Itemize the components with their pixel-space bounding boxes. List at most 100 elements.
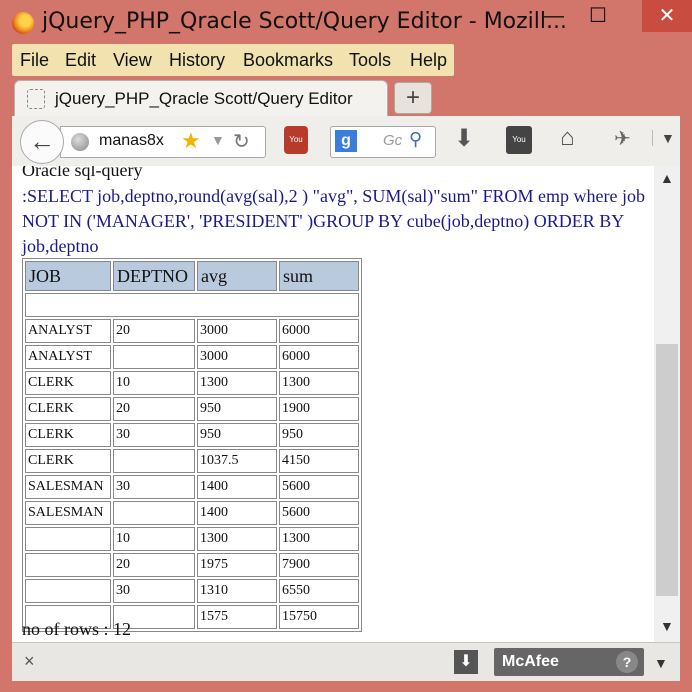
cell-avg: 1400 [197,475,277,499]
table-row: CLERK 10 1300 1300 [25,371,359,395]
cell-sum: 6550 [279,579,359,603]
cell-deptno [113,345,195,369]
menu-bookmarks[interactable]: Bookmarks [243,50,333,71]
youtube-addon-icon[interactable]: You [284,126,308,154]
maximize-button[interactable]: ☐ [574,0,622,32]
cell-deptno: 30 [113,579,195,603]
google-icon[interactable]: g [335,130,357,152]
results-table: JOB DEPTNO avg sum ANALYST 20 3000 6000 ANAL… [22,258,362,632]
cell-sum: 5600 [279,475,359,499]
cell-deptno: 10 [113,371,195,395]
cell-avg: 1037.5 [197,449,277,473]
cell-sum: 6000 [279,345,359,369]
cell-deptno: 20 [113,319,195,343]
window-title: jQuery_PHP_Qracle Scott/Query Editor - M… [42,9,568,34]
cell-sum: 1900 [279,397,359,421]
results-body: ANALYST 20 3000 6000 ANALYST 3000 6000 CLERK 10 1… [25,319,359,629]
home-icon[interactable]: ⌂ [560,124,575,152]
table-row: ANALYST 20 3000 6000 [25,319,359,343]
cell-sum: 5600 [279,501,359,525]
cell-deptno [113,501,195,525]
header-job: JOB [25,261,111,291]
cell-sum: 15750 [279,605,359,629]
menu-help[interactable]: Help [410,50,447,71]
cell-deptno: 30 [113,475,195,499]
cell-sum: 7900 [279,553,359,577]
download-status-icon[interactable]: ⬇ [454,650,478,674]
cell-avg: 1575 [197,605,277,629]
scroll-up-icon[interactable]: ▲ [660,170,674,186]
cell-job: SALESMAN [25,475,111,499]
cell-job [25,553,111,577]
firefox-icon [12,12,34,34]
cell-deptno: 30 [113,423,195,447]
reload-icon[interactable]: ↻ [233,129,250,154]
table-row: ANALYST 3000 6000 [25,345,359,369]
search-bar[interactable]: g Gc ⚲ [330,126,436,158]
cell-deptno: 10 [113,527,195,551]
cell-job [25,579,111,603]
search-input[interactable]: Gc [383,132,402,149]
close-button[interactable]: ✕ [642,0,692,32]
table-row: CLERK 1037.5 4150 [25,449,359,473]
cell-avg: 950 [197,397,277,421]
back-arrow-icon: ← [29,126,55,156]
cell-deptno: 20 [113,553,195,577]
addon-bar: × ⬇ McAfee ? ▼ [12,642,680,681]
addon-menu-icon[interactable]: ▼ [654,655,668,671]
cell-job: CLERK [25,449,111,473]
youtube-icon[interactable]: You [506,126,532,154]
toolbar-menu-icon[interactable]: ▼ [652,130,675,146]
table-header-row: JOB DEPTNO avg sum [25,261,359,291]
tab-label: jQuery_PHP_Qracle Scott/Query Editor [55,89,353,108]
url-text[interactable]: manas8x [99,132,164,150]
url-bar[interactable]: manas8x ★ ▼ ↻ [60,126,266,158]
cell-deptno [113,449,195,473]
vertical-scrollbar[interactable]: ▲ ▼ [654,166,680,642]
table-row: SALESMAN 30 1400 5600 [25,475,359,499]
table-row: 10 1300 1300 [25,527,359,551]
bookmark-star-icon[interactable]: ★ [181,128,201,154]
page-icon [27,89,45,109]
page-content: Oracle sql-query :SELECT job,deptno,roun… [12,166,654,642]
menu-edit[interactable]: Edit [65,50,96,71]
tab-query-editor[interactable]: jQuery_PHP_Qracle Scott/Query Editor [14,80,388,117]
menu-tools[interactable]: Tools [349,50,391,71]
search-icon[interactable]: ⚲ [409,129,422,150]
cell-job: SALESMAN [25,501,111,525]
scroll-thumb[interactable] [656,344,678,596]
navigation-toolbar: manas8x ★ ▼ ↻ ← You g Gc ⚲ ⬇ You ⌂ ✈ ▼ [12,116,680,167]
mcafee-button[interactable]: McAfee ? [494,648,644,676]
back-button[interactable]: ← [20,120,64,164]
menu-file[interactable]: File [20,50,49,71]
help-icon[interactable]: ? [616,651,638,673]
minimize-button[interactable]: — [530,0,578,32]
header-avg: avg [197,261,277,291]
cell-avg: 1300 [197,527,277,551]
browser-window: jQuery_PHP_Qracle Scott/Query Editor - M… [0,0,692,692]
cell-sum: 4150 [279,449,359,473]
menu-history[interactable]: History [169,50,225,71]
cell-job: ANALYST [25,345,111,369]
scroll-down-icon[interactable]: ▼ [660,618,674,634]
cell-sum: 6000 [279,319,359,343]
menu-view[interactable]: View [113,50,152,71]
cell-avg: 1310 [197,579,277,603]
extension-icon[interactable]: ✈ [614,126,631,151]
cell-avg: 3000 [197,319,277,343]
sql-query-text: :SELECT job,deptno,round(avg(sal),2 ) "a… [22,186,645,256]
cell-avg: 1400 [197,501,277,525]
table-row: SALESMAN 1400 5600 [25,501,359,525]
new-tab-button[interactable]: + [394,82,432,114]
table-row: 20 1975 7900 [25,553,359,577]
cell-job: CLERK [25,423,111,447]
chevron-down-icon[interactable]: ▼ [211,132,225,148]
cell-avg: 1300 [197,371,277,395]
header-sum: sum [279,261,359,291]
cell-job [25,527,111,551]
cell-job: ANALYST [25,319,111,343]
download-icon[interactable]: ⬇ [454,124,474,153]
cell-avg: 1975 [197,553,277,577]
row-count: no of rows : 12 [22,619,131,639]
close-addon-bar-button[interactable]: × [24,651,35,672]
